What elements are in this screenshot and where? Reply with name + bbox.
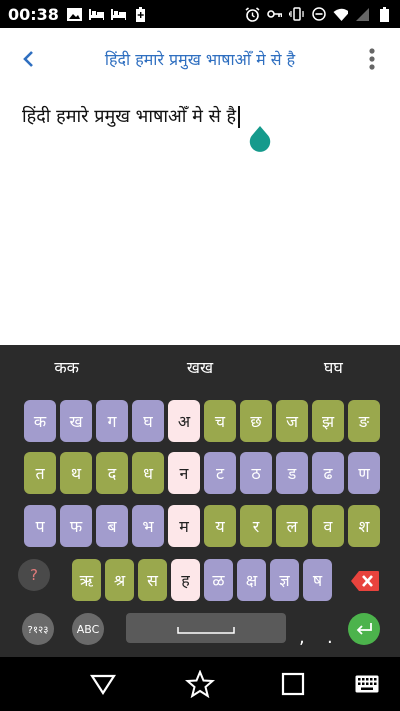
nav-keyboard-button[interactable] [352, 669, 382, 699]
status-time: 00:38 [8, 4, 59, 24]
key-row2-5[interactable]: ट [204, 452, 236, 494]
key-row3-4[interactable]: म [168, 505, 200, 547]
navigation-bar [0, 657, 400, 711]
enter-icon [356, 623, 372, 635]
comma-key[interactable]: , [299, 627, 305, 648]
key-row3-8[interactable]: व [312, 505, 344, 547]
key-row1-6[interactable]: छ [240, 400, 272, 442]
backspace-icon [351, 571, 379, 591]
bed-icon [88, 7, 104, 22]
status-right-icons [245, 6, 392, 22]
key-row2-0[interactable]: त [24, 452, 56, 494]
key-row1-9[interactable]: ङ [348, 400, 380, 442]
key-row3-5[interactable]: य [204, 505, 236, 547]
key-row3-7[interactable]: ल [276, 505, 308, 547]
star-icon [185, 670, 215, 698]
key-row4-1[interactable]: श्र [105, 559, 134, 601]
back-button[interactable] [0, 28, 56, 90]
period-key[interactable]: . [327, 627, 333, 648]
key-row4-3[interactable]: ह [171, 559, 200, 601]
status-bar: 00:38 [0, 0, 400, 28]
image-notification-icon [66, 7, 82, 22]
abc-key[interactable]: ABC [72, 613, 104, 645]
space-bar-icon [177, 627, 235, 634]
wifi-icon [333, 7, 348, 22]
key-row4-5[interactable]: क्ष [237, 559, 266, 601]
text-editor[interactable]: हिंदी हमारे प्रमुख भाषाओँ मे से है [0, 90, 400, 345]
key-row2-8[interactable]: ढ [312, 452, 344, 494]
screen: 00:38 हिंदी हमारे प्रमुख भाषाओँ मे से है… [0, 0, 400, 711]
alarm-icon [245, 6, 260, 22]
more-options-button[interactable] [344, 28, 400, 90]
key-row2-2[interactable]: द [96, 452, 128, 494]
key-row1-5[interactable]: च [204, 400, 236, 442]
app-bar: हिंदी हमारे प्रमुख भाषाओँ मे से है [0, 28, 400, 90]
cursor-handle[interactable] [248, 126, 272, 154]
battery-icon [377, 6, 392, 22]
key-icon [267, 7, 282, 22]
editor-text: हिंदी हमारे प्रमुख भाषाओँ मे से है [22, 106, 237, 127]
key-row3-2[interactable]: ब [96, 505, 128, 547]
hindi-keyboard: कक खख घघ कखगघअचछजझङ तथदधनटठडढण पफबभमयरलवश ऋ… [0, 345, 400, 657]
key-row1-7[interactable]: ज [276, 400, 308, 442]
enter-key[interactable] [348, 613, 380, 645]
suggestion-item[interactable]: कक [0, 345, 133, 391]
key-row3-6[interactable]: र [240, 505, 272, 547]
editor-text-line: हिंदी हमारे प्रमुख भाषाओँ मे से है [22, 104, 241, 128]
back-triangle-icon [90, 674, 116, 695]
vibrate-icon [289, 7, 304, 22]
key-row1-8[interactable]: झ [312, 400, 344, 442]
key-row2-4[interactable]: न [168, 452, 200, 494]
numbers-key[interactable]: ?१२३ [22, 613, 54, 645]
suggestion-item[interactable]: घघ [267, 345, 400, 391]
key-row3-0[interactable]: प [24, 505, 56, 547]
key-row1-4[interactable]: अ [168, 400, 200, 442]
text-cursor [238, 106, 241, 128]
nav-recents-button[interactable] [278, 669, 308, 699]
no-signal-icon [355, 7, 370, 22]
suggestion-item[interactable]: खख [133, 345, 266, 391]
key-row3-3[interactable]: भ [132, 505, 164, 547]
key-row4-6[interactable]: ज्ञ [270, 559, 299, 601]
key-row1-3[interactable]: घ [132, 400, 164, 442]
nav-back-button[interactable] [88, 669, 118, 699]
key-row2-7[interactable]: ड [276, 452, 308, 494]
key-row2-6[interactable]: ठ [240, 452, 272, 494]
key-row4-4[interactable]: ळ [204, 559, 233, 601]
do-not-disturb-icon [311, 7, 326, 22]
keyboard-icon [355, 675, 379, 693]
space-key[interactable] [126, 613, 286, 643]
key-row3-1[interactable]: फ [60, 505, 92, 547]
square-icon [281, 672, 305, 696]
key-row2-3[interactable]: ध [132, 452, 164, 494]
key-row4-2[interactable]: स [138, 559, 167, 601]
battery-plus-icon [133, 6, 148, 22]
nav-favorite-button[interactable] [185, 669, 215, 699]
chevron-left-icon [23, 51, 33, 67]
more-vertical-icon [369, 48, 375, 70]
key-row1-1[interactable]: ख [60, 400, 92, 442]
suggestion-strip: कक खख घघ [0, 345, 400, 391]
key-row2-9[interactable]: ण [348, 452, 380, 494]
key-row1-0[interactable]: क [24, 400, 56, 442]
key-row1-2[interactable]: ग [96, 400, 128, 442]
key-row4-7[interactable]: ष [303, 559, 332, 601]
help-key[interactable]: ? [18, 559, 50, 591]
key-row2-1[interactable]: थ [60, 452, 92, 494]
page-title: हिंदी हमारे प्रमुख भाषाओँ मे से है [104, 50, 296, 69]
bed-icon [110, 7, 126, 22]
key-row3-9[interactable]: श [348, 505, 380, 547]
status-left-icons [66, 6, 148, 22]
backspace-key[interactable] [350, 570, 380, 592]
key-row4-0[interactable]: ऋ [72, 559, 101, 601]
